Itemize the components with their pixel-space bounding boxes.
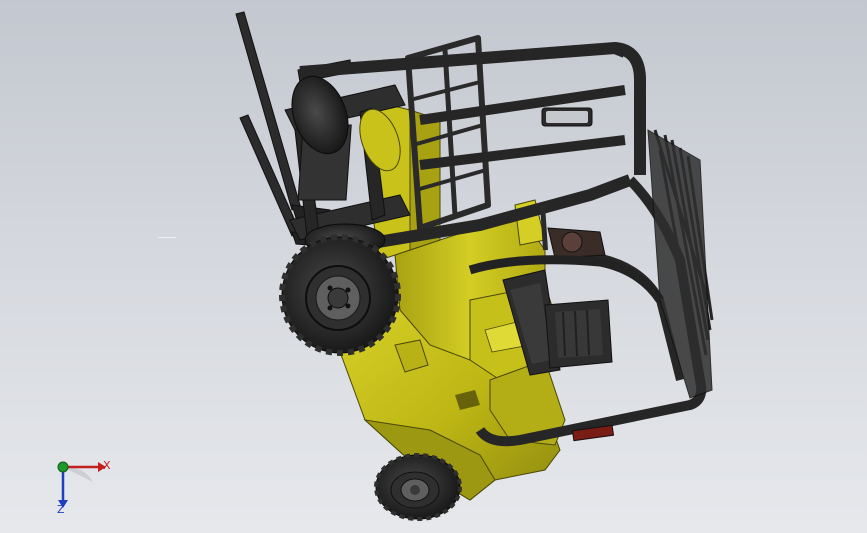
y-axis-origin — [57, 461, 69, 473]
viewport-artifact-line — [158, 237, 176, 238]
axis-triad: X Z — [48, 452, 118, 522]
overhead-guard-side-panel — [647, 129, 713, 399]
z-axis-label: Z — [57, 503, 65, 516]
forklift-model[interactable] — [0, 0, 867, 533]
rear-wheel — [374, 453, 462, 521]
rear-mirror — [541, 107, 593, 127]
x-axis-label: X — [103, 459, 111, 472]
3d-viewport[interactable] — [0, 0, 867, 533]
steering-wheel — [540, 205, 606, 259]
front-wheel-main — [279, 234, 401, 356]
